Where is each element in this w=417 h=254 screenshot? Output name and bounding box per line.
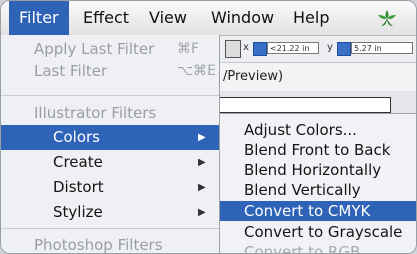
menu-header-photoshop-filters: Photoshop Filters — [34, 236, 163, 254]
menu-item-stylize[interactable]: Stylize ▶ — [1, 200, 219, 225]
menu-separator — [1, 95, 219, 96]
filter-menu: Apply Last Filter ⌘F Last Filter ⌥⌘E Ill… — [1, 35, 220, 253]
y-field[interactable]: 5.27 in — [351, 42, 413, 54]
submenu-item-blend-vertically[interactable]: Blend Vertically — [220, 180, 416, 200]
submenu-item-blend-horizontally[interactable]: Blend Horizontally — [220, 160, 416, 180]
menu-filter[interactable]: Filter — [9, 1, 69, 35]
menu-item-last-filter[interactable]: Last Filter ⌥⌘E — [1, 59, 219, 84]
app-window: Filter Effect View Window Help x <21.22 … — [0, 0, 417, 254]
y-stepper[interactable] — [337, 42, 351, 56]
submenu-item-blend-front-to-back[interactable]: Blend Front to Back — [220, 140, 416, 160]
x-stepper[interactable] — [253, 42, 267, 56]
menu-separator — [1, 228, 219, 229]
control-palette: x <21.22 in y 5.27 in — [219, 36, 416, 63]
menu-item-distort[interactable]: Distort ▶ — [1, 175, 219, 200]
submenu-item-convert-to-grayscale[interactable]: Convert to Grayscale — [220, 222, 416, 242]
submenu-item-adjust-colors[interactable]: Adjust Colors... — [220, 120, 416, 140]
illustrator-flower-icon[interactable] — [376, 8, 398, 28]
ruler-box — [219, 97, 391, 113]
menu-item-create[interactable]: Create ▶ — [1, 150, 219, 175]
menu-view[interactable]: View — [149, 1, 187, 35]
document-title: /Preview) — [223, 69, 284, 84]
document-title-bar: /Preview) — [219, 63, 416, 91]
submenu-arrow-icon: ▶ — [198, 207, 206, 218]
colors-submenu: Adjust Colors... Blend Front to Back Ble… — [220, 113, 416, 253]
y-label: y — [327, 42, 333, 53]
submenu-arrow-icon: ▶ — [198, 182, 206, 193]
x-label: x — [243, 42, 249, 53]
reference-point-icon[interactable] — [225, 40, 241, 58]
menu-effect[interactable]: Effect — [83, 1, 129, 35]
x-field[interactable]: <21.22 in — [267, 42, 319, 54]
menu-window[interactable]: Window — [211, 1, 274, 35]
menu-header-illustrator-filters: Illustrator Filters — [34, 104, 157, 122]
submenu-arrow-icon: ▶ — [198, 157, 206, 168]
submenu-item-convert-to-cmyk[interactable]: Convert to CMYK — [220, 201, 416, 221]
menu-help[interactable]: Help — [293, 1, 329, 35]
menu-item-colors[interactable]: Colors ▶ — [1, 125, 219, 150]
submenu-item-convert-to-rgb[interactable]: Convert to RGB — [220, 242, 416, 253]
menu-bar: Filter Effect View Window Help — [1, 1, 416, 36]
submenu-arrow-icon: ▶ — [198, 132, 206, 143]
